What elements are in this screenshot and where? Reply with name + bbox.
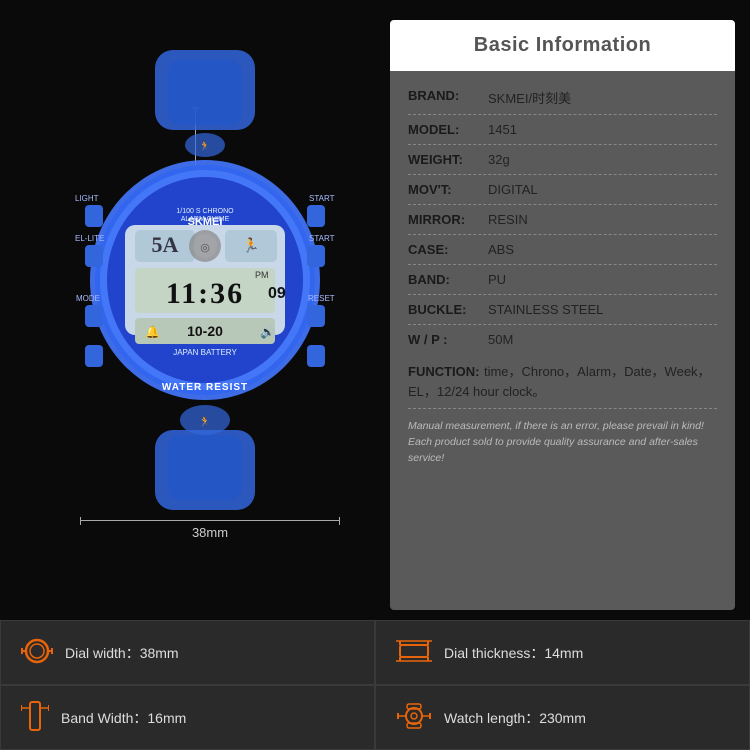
svg-text:◎: ◎ bbox=[200, 242, 210, 254]
info-key: MIRROR: bbox=[408, 212, 488, 227]
dial-thickness-icon bbox=[396, 637, 432, 669]
svg-text:ALARM CHIME: ALARM CHIME bbox=[181, 216, 230, 223]
info-body: BRAND: SKMEI/时刻美 MODEL: 1451 WEIGHT: 32g… bbox=[390, 71, 735, 478]
svg-text:🔔: 🔔 bbox=[145, 325, 160, 339]
info-row: MODEL: 1451 bbox=[408, 115, 717, 145]
info-val: SKMEI/时刻美 bbox=[488, 88, 717, 107]
info-key: BRAND: bbox=[408, 88, 488, 103]
info-val: 1451 bbox=[488, 122, 717, 137]
info-rows: BRAND: SKMEI/时刻美 MODEL: 1451 WEIGHT: 32g… bbox=[408, 81, 717, 354]
svg-text:EL-LITE: EL-LITE bbox=[75, 234, 104, 243]
info-key: MOV'T: bbox=[408, 182, 488, 197]
svg-text:MODE: MODE bbox=[76, 294, 100, 303]
info-row: BUCKLE: STAINLESS STEEL bbox=[408, 295, 717, 325]
bottom-cell-band-width: Band Width：16mm bbox=[0, 685, 375, 750]
bottom-cell-dial-thickness: Dial thickness：14mm bbox=[375, 620, 750, 685]
bottom-cell-watch-length: Watch length：230mm bbox=[375, 685, 750, 750]
info-row: W / P : 50M bbox=[408, 325, 717, 354]
info-row: MIRROR: RESIN bbox=[408, 205, 717, 235]
svg-text:PM: PM bbox=[255, 270, 269, 280]
info-key: CASE: bbox=[408, 242, 488, 257]
info-row: WEIGHT: 32g bbox=[408, 145, 717, 175]
main-area: 42mm bbox=[0, 0, 750, 620]
info-val: PU bbox=[488, 272, 717, 287]
svg-text:START: START bbox=[309, 234, 335, 243]
watch-image: LIGHT EL-LITE START START MODE RESET 5A … bbox=[60, 50, 350, 510]
info-row: BAND: PU bbox=[408, 265, 717, 295]
bottom-bar: Dial width：38mm Dial thickness：14mm bbox=[0, 620, 750, 750]
svg-text:10-20: 10-20 bbox=[187, 323, 223, 339]
info-val: ABS bbox=[488, 242, 717, 257]
svg-text:LIGHT: LIGHT bbox=[75, 194, 99, 203]
dial-thickness-label: Dial thickness：14mm bbox=[444, 643, 583, 663]
svg-text:🔊: 🔊 bbox=[260, 324, 275, 339]
info-note: Manual measurement, if there is an error… bbox=[408, 409, 717, 472]
watch-length-icon bbox=[396, 702, 432, 734]
svg-text:09: 09 bbox=[268, 285, 286, 302]
dial-width-label: Dial width：38mm bbox=[65, 643, 179, 663]
svg-text:RESET: RESET bbox=[308, 294, 335, 303]
bottom-cell-dial-width: Dial width：38mm bbox=[0, 620, 375, 685]
info-title: Basic Information bbox=[390, 20, 735, 71]
svg-text:5A: 5A bbox=[152, 232, 179, 257]
function-key: FUNCTION: bbox=[408, 364, 480, 379]
info-val: DIGITAL bbox=[488, 182, 717, 197]
function-row: FUNCTION: time，Chrono，Alarm，Date，Week，EL… bbox=[408, 354, 717, 409]
info-row: CASE: ABS bbox=[408, 235, 717, 265]
band-width-icon bbox=[21, 700, 49, 736]
svg-text:START: START bbox=[309, 194, 335, 203]
dial-width-icon bbox=[21, 637, 53, 669]
svg-text:🏃: 🏃 bbox=[199, 415, 211, 428]
info-panel: Basic Information BRAND: SKMEI/时刻美 MODEL… bbox=[390, 20, 735, 610]
svg-text:🏃: 🏃 bbox=[199, 140, 210, 151]
svg-text:JAPAN BATTERY: JAPAN BATTERY bbox=[173, 348, 237, 357]
svg-text:11:36: 11:36 bbox=[166, 277, 244, 310]
info-val: 32g bbox=[488, 152, 717, 167]
info-key: BUCKLE: bbox=[408, 302, 488, 317]
svg-text:1/100 S CHRONO: 1/100 S CHRONO bbox=[176, 208, 234, 215]
info-key: BAND: bbox=[408, 272, 488, 287]
svg-text:🏃: 🏃 bbox=[242, 237, 259, 253]
info-row: BRAND: SKMEI/时刻美 bbox=[408, 81, 717, 115]
info-key: W / P : bbox=[408, 332, 488, 347]
watch-length-label: Watch length：230mm bbox=[444, 708, 586, 728]
dimension-width: 38mm bbox=[60, 520, 360, 540]
info-key: WEIGHT: bbox=[408, 152, 488, 167]
info-row: MOV'T: DIGITAL bbox=[408, 175, 717, 205]
info-val: RESIN bbox=[488, 212, 717, 227]
info-val: 50M bbox=[488, 332, 717, 347]
band-width-label: Band Width：16mm bbox=[61, 708, 186, 728]
svg-text:WATER RESIST: WATER RESIST bbox=[162, 382, 248, 393]
info-key: MODEL: bbox=[408, 122, 488, 137]
watch-area: 42mm bbox=[0, 0, 390, 620]
info-val: STAINLESS STEEL bbox=[488, 302, 717, 317]
